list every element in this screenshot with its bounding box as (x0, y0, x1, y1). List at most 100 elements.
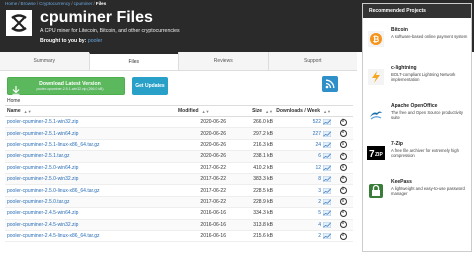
modified-column-header[interactable]: Modified ▲▼ (178, 108, 228, 114)
recommended-project-apache-openoffice[interactable]: Apache OpenOffice The free and Open Sour… (363, 100, 471, 132)
file-name-link[interactable]: pooler-cpuminer-2.5.0-win32.zip (5, 176, 178, 182)
recommended-project-bitcoin[interactable]: ₿ Bitcoin A software-based online paymen… (363, 24, 471, 56)
table-row[interactable]: pooler-cpuminer-2.5.0-linux-x86_64.tar.g… (5, 185, 353, 197)
download-subtitle: pooler-cpuminer-2.5.1-win32.zip (266.0 k… (36, 86, 104, 91)
file-name-link[interactable]: pooler-cpuminer-2.4.5-win64.zip (5, 210, 178, 216)
stats-chart-icon[interactable] (323, 130, 331, 137)
tab-files[interactable]: Files (88, 52, 178, 70)
current-path[interactable]: Home (5, 97, 353, 106)
info-icon[interactable]: i (339, 164, 347, 172)
download-count[interactable]: 3 (318, 188, 321, 194)
info-icon[interactable]: i (339, 198, 347, 206)
stats-chart-icon[interactable] (323, 221, 331, 228)
file-downloads[interactable]: 522 (273, 119, 333, 126)
author-link[interactable]: pooler (88, 38, 102, 44)
file-downloads[interactable]: 227 (273, 130, 333, 137)
table-row[interactable]: pooler-cpuminer-2.5.1-linux-x86_64.tar.g… (5, 140, 353, 152)
table-row[interactable]: pooler-cpuminer-2.4.5-win64.zip 2016-06-1… (5, 208, 353, 220)
table-row[interactable]: pooler-cpuminer-2.5.1.tar.gz 2020-06-26 23… (5, 151, 353, 163)
recommended-project-c-lightning[interactable]: c-lightning BOLT-compliant Lightning Net… (363, 62, 471, 94)
info-icon[interactable]: i (339, 175, 347, 183)
file-downloads[interactable]: 5 (273, 210, 333, 217)
table-row[interactable]: pooler-cpuminer-2.5.0-win32.zip 2017-06-2… (5, 173, 353, 186)
table-row[interactable]: pooler-cpuminer-2.5.1-win32.zip 2020-06-2… (5, 117, 353, 129)
file-downloads[interactable]: 3 (273, 187, 333, 194)
sidebar-item-name[interactable]: Apache OpenOffice (391, 103, 437, 109)
tab-reviews[interactable]: Reviews (178, 52, 268, 70)
sidebar-item-desc: BOLT-compliant Lightning Network impleme… (391, 72, 456, 83)
download-count[interactable]: 2 (318, 233, 321, 239)
download-count[interactable]: 6 (318, 153, 321, 159)
stats-chart-icon[interactable] (323, 210, 331, 217)
download-latest-button[interactable]: Download Latest Version pooler-cpuminer-… (7, 77, 125, 95)
file-name-link[interactable]: pooler-cpuminer-2.5.0-linux-x86_64.tar.g… (5, 188, 178, 194)
get-updates-button[interactable]: Get Updates (132, 77, 168, 95)
tab-summary[interactable]: Summary (0, 52, 89, 70)
sidebar-item-name[interactable]: Bitcoin (391, 27, 408, 33)
download-count[interactable]: 12 (315, 165, 321, 171)
project-logo[interactable] (6, 10, 32, 36)
file-downloads[interactable]: 24 (273, 141, 333, 148)
download-count[interactable]: 227 (313, 131, 321, 137)
rss-feed-button[interactable] (322, 76, 338, 92)
download-count[interactable]: 5 (318, 210, 321, 216)
pickaxe-icon (11, 14, 27, 32)
table-row[interactable]: pooler-cpuminer-2.5.1-win64.zip 2020-06-2… (5, 128, 353, 140)
stats-chart-icon[interactable] (323, 164, 331, 171)
download-count[interactable]: 8 (318, 176, 321, 182)
download-count[interactable]: 24 (315, 142, 321, 148)
table-row[interactable]: pooler-cpuminer-2.5.0-win64.zip 2017-06-2… (5, 163, 353, 174)
file-downloads[interactable]: 8 (273, 176, 333, 183)
info-icon[interactable]: i (339, 141, 347, 149)
file-name-link[interactable]: pooler-cpuminer-2.5.1.tar.gz (5, 153, 178, 159)
info-icon[interactable]: i (339, 232, 347, 240)
info-icon[interactable]: i (339, 130, 347, 138)
name-column-header[interactable]: Name ▲▼ (5, 108, 178, 114)
info-icon[interactable]: i (339, 209, 347, 217)
breadcrumb-project[interactable]: cpuminer (74, 1, 93, 6)
file-name-link[interactable]: pooler-cpuminer-2.4.5-win32.zip (5, 222, 178, 228)
breadcrumb-category[interactable]: Cryptocurrency (39, 1, 70, 6)
info-icon[interactable]: i (339, 118, 347, 126)
breadcrumb-browse[interactable]: Browse (21, 1, 36, 6)
file-name-link[interactable]: pooler-cpuminer-2.5.1-win32.zip (5, 119, 178, 125)
file-downloads[interactable]: 12 (273, 164, 333, 171)
file-modified: 2017-06-22 (200, 176, 226, 183)
table-row[interactable]: pooler-cpuminer-2.4.5-win32.zip 2016-06-1… (5, 219, 353, 231)
stats-chart-icon[interactable] (323, 141, 331, 148)
table-row[interactable]: pooler-cpuminer-2.5.0.tar.gz 2017-06-22 22… (5, 196, 353, 209)
info-icon[interactable]: i (339, 187, 347, 195)
download-count[interactable]: 522 (313, 119, 321, 125)
downloads-column-header[interactable]: Downloads / Week ▲▼ (273, 108, 333, 114)
file-name-link[interactable]: pooler-cpuminer-2.5.1-linux-x86_64.tar.g… (5, 142, 178, 148)
file-downloads[interactable]: 2 (273, 198, 333, 205)
breadcrumb-home[interactable]: Home (5, 1, 17, 6)
file-downloads[interactable]: 6 (273, 153, 333, 160)
file-downloads[interactable]: 2 (273, 233, 333, 240)
tab-support[interactable]: Support (267, 52, 358, 70)
sidebar-item-desc: A free file archiver for extremely high … (391, 148, 459, 159)
size-column-header[interactable]: Size ▲▼ (228, 108, 273, 114)
rss-icon (325, 79, 335, 89)
download-count[interactable]: 4 (318, 222, 321, 228)
table-row[interactable]: pooler-cpuminer-2.4.5-linux-x86_64.tar.g… (5, 231, 353, 243)
download-count[interactable]: 2 (318, 199, 321, 205)
info-icon[interactable]: i (339, 152, 347, 160)
stats-chart-icon[interactable] (323, 119, 331, 126)
recommended-project-keepass[interactable]: KeePass A lightweight and easy-to-use pa… (363, 176, 471, 208)
sidebar-item-name[interactable]: 7-Zip (391, 141, 403, 147)
sidebar-item-name[interactable]: KeePass (391, 179, 412, 185)
stats-chart-icon[interactable] (323, 176, 331, 183)
file-downloads[interactable]: 4 (273, 221, 333, 228)
stats-chart-icon[interactable] (323, 153, 331, 160)
info-icon[interactable]: i (339, 221, 347, 229)
recommended-project-7-zip[interactable]: 7 ZIP 7-Zip A free file archiver for extr… (363, 138, 471, 170)
file-name-link[interactable]: pooler-cpuminer-2.5.0.tar.gz (5, 199, 178, 205)
sidebar-item-name[interactable]: c-lightning (391, 65, 417, 71)
stats-chart-icon[interactable] (323, 198, 331, 205)
file-name-link[interactable]: pooler-cpuminer-2.5.0-win64.zip (5, 165, 178, 171)
file-name-link[interactable]: pooler-cpuminer-2.4.5-linux-x86_64.tar.g… (5, 233, 178, 239)
file-name-link[interactable]: pooler-cpuminer-2.5.1-win64.zip (5, 131, 178, 137)
stats-chart-icon[interactable] (323, 187, 331, 194)
stats-chart-icon[interactable] (323, 233, 331, 240)
